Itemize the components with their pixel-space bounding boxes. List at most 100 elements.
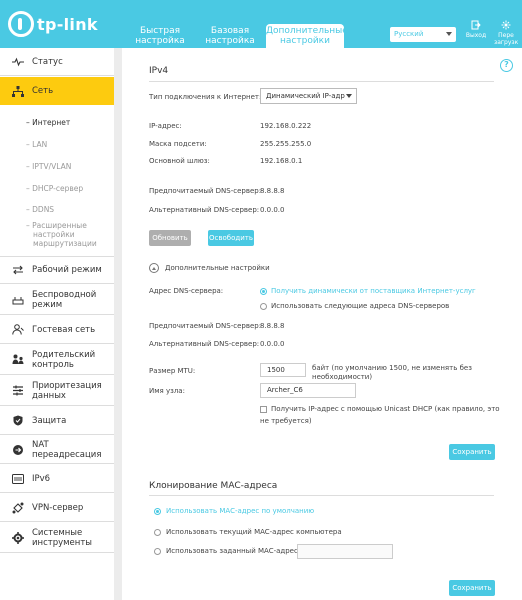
sidebar-item-system[interactable]: Системные инструменты [0, 523, 114, 553]
vpn-icon [12, 502, 24, 514]
conn-type-select[interactable]: Динамический IP-адр [260, 88, 357, 104]
logout-button[interactable]: Выход [464, 20, 488, 39]
mac-address-input[interactable] [297, 544, 393, 559]
help-icon[interactable]: ? [500, 59, 513, 72]
sidebar-item-vpn[interactable]: VPN-сервер [0, 494, 114, 522]
dns2-label: Альтернативный DNS-сервер: [149, 206, 260, 214]
subitem-lan[interactable]: LAN [26, 140, 47, 149]
renew-button[interactable]: Обновить [149, 230, 191, 246]
mtu-label: Размер MTU: [149, 367, 196, 375]
dns2-value: 0.0.0.0 [260, 206, 285, 214]
subitem-iptv[interactable]: IPTV/VLAN [26, 162, 71, 171]
mtu-input[interactable]: 1500 [260, 363, 306, 377]
tab-label: Быстрая [139, 26, 181, 36]
mtu-hint: необходимости) [312, 373, 373, 381]
logout-label: Выход [465, 32, 487, 39]
logout-icon [471, 20, 481, 30]
sidebar-item-guest[interactable]: Гостевая сеть [0, 316, 114, 344]
release-button[interactable]: Освободить [208, 230, 254, 246]
tab-label: настройки [280, 36, 330, 46]
sidebar-item-mode[interactable]: Рабочий режим [0, 256, 114, 284]
tab-advanced[interactable]: Дополнительные настройки [266, 24, 348, 48]
tab-label: настройка [135, 36, 185, 46]
dns-dynamic-radio[interactable] [260, 288, 267, 295]
subitem-dhcp[interactable]: DHCP-сервер [26, 184, 83, 193]
ip-value: 192.168.0.222 [260, 122, 312, 130]
unicast-checkbox[interactable] [260, 406, 267, 413]
label-line: контроль [32, 359, 74, 370]
tab-label: Базовая [210, 26, 250, 36]
mac-current-radio[interactable] [154, 529, 161, 536]
label-line: Системные [32, 527, 83, 538]
mac-default-label: Использовать MAC-адрес по умолчанию [166, 507, 315, 515]
subitem-ddns[interactable]: DDNS [26, 205, 54, 214]
reboot-button[interactable]: Пере загрузк [494, 20, 518, 46]
alt-dns-value: 0.0.0.0 [260, 340, 285, 348]
label-line: режим [32, 299, 63, 310]
label-line: Приоритезация [32, 380, 102, 391]
parental-icon [12, 354, 24, 366]
reboot-icon [501, 20, 511, 30]
sidebar-item-label: Рабочий режим [32, 265, 102, 275]
dns1-value: 8.8.8.8 [260, 187, 285, 195]
subitem-routing-line1: Расширенные [32, 221, 87, 230]
ip-label: IP-адрес: [149, 122, 182, 130]
top-header: tp-link Быстрая настройка Базовая настро… [0, 0, 522, 48]
network-icon [12, 85, 24, 97]
dns-manual-label: Использовать следующие адреса DNS-сервер… [271, 302, 450, 310]
sidebar-item-security[interactable]: Защита [0, 407, 114, 435]
mask-label: Маска подсети: [149, 140, 207, 148]
subitem-routing[interactable]: Расширенные [26, 221, 87, 230]
subitem-routing-line3: маршрутизации [33, 239, 97, 248]
chevron-down-icon [446, 32, 452, 36]
mac-default-radio[interactable] [154, 508, 161, 515]
alt-dns-label: Альтернативный DNS-сервер: [149, 340, 260, 348]
divider [149, 81, 494, 82]
sidebar-item-label: Гостевая сеть [32, 324, 96, 335]
sidebar: Статус Сеть Интернет LAN IPTV/VLAN DHCP-… [0, 48, 114, 600]
guest-icon [12, 324, 24, 336]
save-button[interactable]: Сохранить [449, 444, 495, 460]
ipv6-icon [12, 473, 24, 485]
advanced-toggle[interactable]: Дополнительные настройки [165, 264, 270, 272]
mode-icon [12, 264, 24, 276]
dns1-label: Предпочитаемый DNS-сервер: [149, 187, 262, 195]
mac-custom-radio[interactable] [154, 548, 161, 555]
sidebar-item-label: VPN-сервер [32, 502, 84, 513]
host-input[interactable]: Archer_C6 [260, 383, 356, 398]
label-line: инструменты [32, 537, 92, 548]
pulse-icon [12, 56, 24, 68]
sidebar-item-label: Защита [32, 415, 67, 426]
mac-custom-label: Использовать заданный MAC-адрес [166, 547, 298, 555]
priority-icon [12, 385, 24, 397]
subitem-internet[interactable]: Интернет [26, 118, 70, 127]
reboot-label: Пере [498, 32, 514, 39]
sidebar-item-label: Беспроводной режим [32, 290, 96, 310]
dns-manual-radio[interactable] [260, 303, 267, 310]
mac-clone-title: Клонирование MAC-адреса [149, 481, 278, 491]
chevron-down-icon [346, 94, 352, 98]
conn-type-label: Тип подключения к Интернет: [149, 93, 262, 101]
language-value: Русский [394, 30, 424, 38]
chevron-up-icon[interactable] [149, 263, 159, 273]
ipv4-title: IPv4 [149, 66, 169, 76]
sidebar-item-label: Статус [32, 56, 63, 67]
language-select[interactable]: Русский [390, 27, 456, 42]
reboot-label: загрузк [494, 39, 519, 46]
label-line: данных [32, 390, 66, 401]
save-button[interactable]: Сохранить [449, 580, 495, 596]
tab-basic[interactable]: Базовая настройка [200, 26, 260, 48]
subitem-routing-line2: настройки [33, 230, 75, 239]
divider [149, 495, 494, 496]
sidebar-item-status[interactable]: Статус [0, 48, 114, 76]
sidebar-item-wireless[interactable]: Беспроводной режим [0, 285, 114, 315]
sidebar-item-parental[interactable]: Родительский контроль [0, 345, 114, 375]
sidebar-item-nat[interactable]: NAT переадресация [0, 436, 114, 464]
host-label: Имя узла: [149, 387, 185, 395]
conn-type-value: Динамический IP-адр [266, 92, 345, 100]
label-line: Родительский [32, 349, 96, 360]
tab-quick-setup[interactable]: Быстрая настройка [130, 26, 190, 48]
sidebar-item-ipv6[interactable]: IPv6 [0, 465, 114, 493]
sidebar-item-network[interactable]: Сеть [0, 77, 114, 105]
sidebar-item-qos[interactable]: Приоритезация данных [0, 376, 114, 406]
